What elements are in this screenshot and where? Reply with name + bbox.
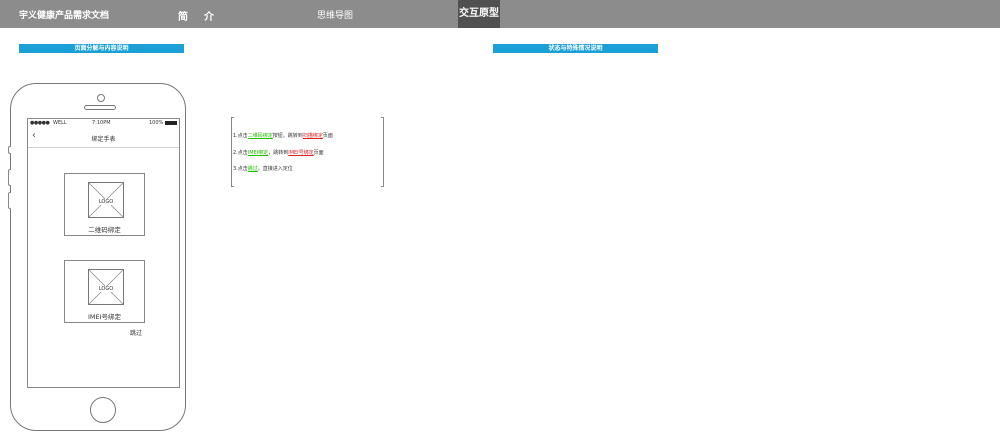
skip-link[interactable]: 跳过 bbox=[130, 328, 142, 337]
annotation-target-scan[interactable]: 扫描绑定 bbox=[303, 133, 323, 139]
imei-bind-option[interactable]: LOGO IMEI号绑定 bbox=[64, 260, 145, 323]
annotation-text: 页面 bbox=[313, 150, 324, 156]
phone-home-button bbox=[90, 397, 116, 423]
annotation-text: ，跳转到 bbox=[268, 150, 289, 156]
annotation-link-imei[interactable]: IMEI绑定 bbox=[248, 150, 268, 156]
annotation-text: 1.点击 bbox=[233, 133, 248, 139]
screen-title-bar: ‹ 绑定手表 bbox=[28, 127, 179, 148]
annotation-text: 页面 bbox=[322, 133, 333, 139]
logo-placeholder-text: LOGO bbox=[97, 199, 115, 205]
annotation-link-qr[interactable]: 二维码绑定 bbox=[248, 133, 273, 139]
battery-icon bbox=[165, 121, 177, 125]
phone-volume-down bbox=[8, 192, 11, 209]
status-bar: ●●●●● WELL 7:10PM 100% bbox=[28, 119, 179, 127]
logo-placeholder-icon: LOGO bbox=[88, 182, 124, 218]
phone-mute-switch bbox=[8, 146, 11, 154]
phone-volume-up bbox=[8, 169, 11, 186]
imei-bind-label: IMEI号绑定 bbox=[87, 313, 122, 321]
carrier-label: WELL bbox=[53, 120, 67, 126]
phone-camera bbox=[97, 94, 105, 102]
logo-placeholder-text: LOGO bbox=[97, 286, 115, 292]
logo-placeholder-icon: LOGO bbox=[88, 269, 124, 305]
top-nav-bar: 宇义健康产品需求文档 简介 思维导图 交互原型 bbox=[0, 0, 1000, 28]
screen-title: 绑定手表 bbox=[91, 136, 116, 143]
qr-bind-label: 二维码绑定 bbox=[88, 226, 121, 234]
annotation-box: 1.点击二维码绑定按钮，跳转到扫描绑定页面 2.点击IMEI绑定，跳转到IMEI… bbox=[231, 117, 384, 187]
annotation-text: ，直接进入定位 bbox=[257, 166, 293, 172]
signal-icon: ●●●●● bbox=[30, 120, 50, 126]
annotation-line-1: 1.点击二维码绑定按钮，跳转到扫描绑定页面 bbox=[233, 132, 333, 139]
annotation-target-imei[interactable]: IMEI号绑定 bbox=[288, 150, 313, 156]
annotation-text: 按钮，跳转到 bbox=[272, 133, 303, 139]
annotation-text: 2.点击 bbox=[233, 150, 248, 156]
nav-tab-mindmap[interactable]: 思维导图 bbox=[317, 8, 353, 21]
annotation-link-skip[interactable]: 跳过 bbox=[248, 166, 258, 172]
nav-tab-prototype[interactable]: 交互原型 bbox=[458, 0, 500, 28]
nav-tab-intro[interactable]: 简介 bbox=[178, 8, 214, 23]
annotation-line-2: 2.点击IMEI绑定，跳转到IMEI号绑定页面 bbox=[233, 149, 324, 156]
phone-speaker bbox=[84, 105, 116, 110]
annotation-line-3: 3.点击跳过，直接进入定位 bbox=[233, 165, 293, 172]
battery-percent: 100% bbox=[149, 120, 164, 126]
phone-frame: ●●●●● WELL 7:10PM 100% ‹ 绑定手表 LOGO 二维码绑定 bbox=[8, 83, 186, 431]
app-title: 宇义健康产品需求文档 bbox=[19, 11, 110, 21]
section-header-state-notes: 状态与特殊情况说明 bbox=[493, 44, 658, 53]
annotation-bracket-right bbox=[381, 117, 384, 187]
section-header-page-breakdown: 页面分解与内容说明 bbox=[19, 44, 184, 53]
phone-screen: ●●●●● WELL 7:10PM 100% ‹ 绑定手表 LOGO 二维码绑定 bbox=[27, 118, 180, 388]
annotation-text: 3.点击 bbox=[233, 166, 248, 172]
status-time: 7:10PM bbox=[92, 120, 111, 126]
nav-tab-intro-char-1: 简 bbox=[178, 12, 188, 23]
nav-tab-intro-char-2: 介 bbox=[204, 12, 214, 23]
qr-bind-option[interactable]: LOGO 二维码绑定 bbox=[64, 173, 145, 236]
